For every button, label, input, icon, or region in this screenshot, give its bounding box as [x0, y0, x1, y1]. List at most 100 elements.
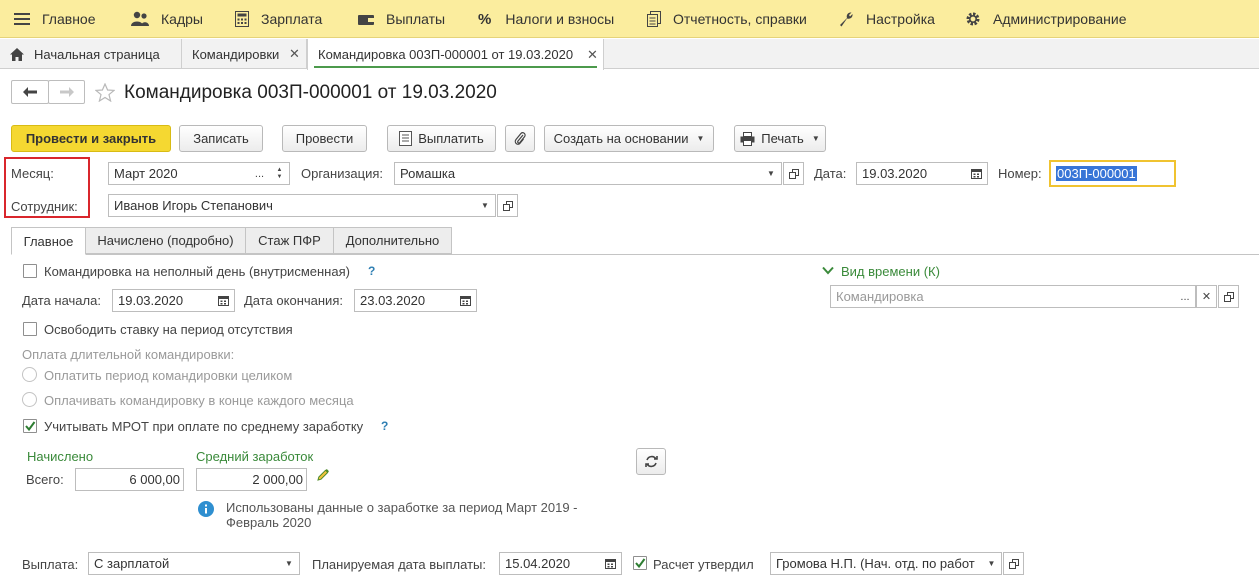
pay-button-label: Выплатить	[418, 131, 484, 146]
menu-item-admin[interactable]: Администрирование	[965, 0, 1127, 38]
print-button[interactable]: Печать ▼	[734, 125, 826, 152]
total-label: Всего:	[26, 472, 64, 487]
help-icon[interactable]: ?	[368, 264, 375, 278]
tab-main[interactable]: Главное	[11, 227, 86, 255]
menu-item-salary[interactable]: Зарплата	[235, 0, 322, 38]
forward-button[interactable]	[48, 80, 85, 104]
mrot-label: Учитывать МРОТ при оплате по среднему за…	[44, 419, 364, 434]
month-select-button[interactable]: ...	[249, 162, 271, 185]
tab-pfr-experience[interactable]: Стаж ПФР	[245, 227, 334, 254]
menu-item-hr[interactable]: Кадры	[131, 0, 203, 38]
checkmark-icon	[635, 558, 646, 569]
refresh-button[interactable]	[636, 448, 666, 475]
employee-field[interactable]: Иванов Игорь Степанович	[108, 194, 476, 217]
calculation-approved-checkbox[interactable]	[633, 556, 647, 570]
arrow-left-icon	[23, 87, 37, 97]
time-kind-open-button[interactable]	[1218, 285, 1239, 308]
close-icon[interactable]: ✕	[587, 47, 598, 63]
wallet-icon	[358, 15, 374, 25]
earnings-period-info-line1: Использованы данные о заработке за перио…	[226, 500, 578, 515]
favorite-star-icon[interactable]	[95, 83, 115, 102]
approver-dropdown-button[interactable]: ▼	[982, 552, 1002, 575]
end-date-label: Дата окончания:	[244, 293, 343, 308]
tab-label: Начальная страница	[34, 46, 160, 62]
organization-open-button[interactable]	[783, 162, 804, 185]
partial-day-checkbox[interactable]	[23, 264, 37, 278]
free-rate-checkbox[interactable]	[23, 322, 37, 336]
average-earnings-field[interactable]: 2 000,00	[196, 468, 307, 491]
pay-button[interactable]: Выплатить	[387, 125, 496, 152]
planned-date-calendar-button[interactable]	[600, 552, 622, 575]
date-calendar-button[interactable]	[965, 162, 988, 185]
planned-date-field[interactable]: 15.04.2020	[499, 552, 601, 575]
mrot-checkbox[interactable]	[23, 419, 37, 433]
chevron-down-icon[interactable]	[822, 266, 834, 275]
time-kind-field[interactable]: Командировка	[830, 285, 1176, 308]
payout-field[interactable]: С зарплатой	[88, 552, 280, 575]
post-and-close-button[interactable]: Провести и закрыть	[11, 125, 171, 152]
employee-open-button[interactable]	[497, 194, 518, 217]
end-date-calendar-button[interactable]	[455, 289, 477, 312]
menu-item-label: Отчетность, справки	[673, 11, 807, 27]
pay-monthly-radio[interactable]	[22, 392, 37, 407]
approver-open-button[interactable]	[1003, 552, 1024, 575]
menu-item-settings[interactable]: Настройка	[838, 0, 935, 38]
print-button-label: Печать	[761, 131, 804, 146]
employee-dropdown-button[interactable]: ▼	[475, 194, 496, 217]
page-title: Командировка 003П-000001 от 19.03.2020	[124, 82, 497, 103]
number-label: Номер:	[998, 166, 1042, 181]
home-icon	[10, 47, 24, 61]
pay-whole-period-radio[interactable]	[22, 367, 37, 382]
post-button[interactable]: Провести	[282, 125, 367, 152]
payout-dropdown-button[interactable]: ▼	[279, 552, 300, 575]
open-window-icon	[1008, 558, 1019, 569]
calendar-icon	[217, 296, 229, 306]
organization-field[interactable]: Ромашка	[394, 162, 762, 185]
earnings-period-info-line2: Февраль 2020	[226, 515, 312, 530]
organization-dropdown-button[interactable]: ▼	[761, 162, 782, 185]
arrow-right-icon	[59, 87, 74, 97]
pencil-icon[interactable]	[316, 468, 330, 482]
time-kind-select-button[interactable]: ...	[1175, 285, 1196, 308]
stepper-up-icon: ▲	[276, 166, 283, 173]
tab-additional[interactable]: Дополнительно	[333, 227, 452, 254]
save-button[interactable]: Записать	[179, 125, 263, 152]
payout-label: Выплата:	[22, 557, 79, 572]
create-based-on-button[interactable]: Создать на основании ▼	[544, 125, 714, 152]
date-field[interactable]: 19.03.2020	[856, 162, 966, 185]
help-icon[interactable]: ?	[381, 419, 388, 433]
close-icon: ✕	[1201, 291, 1212, 303]
menu-item-label: Главное	[42, 11, 96, 27]
menu-item-taxes[interactable]: % Налоги и взносы	[478, 0, 614, 38]
start-date-label: Дата начала:	[22, 293, 101, 308]
attach-button[interactable]	[505, 125, 535, 152]
menu-item-label: Настройка	[866, 11, 935, 27]
time-kind-label: Вид времени (К)	[841, 264, 940, 279]
approver-field[interactable]: Громова Н.П. (Нач. отд. по работ	[770, 552, 983, 575]
employee-label: Сотрудник:	[11, 199, 78, 214]
close-icon[interactable]: ✕	[289, 46, 300, 62]
reports-icon	[647, 11, 661, 27]
tab-trips-list[interactable]: Командировки ✕	[182, 39, 307, 69]
number-field[interactable]: 003П-000001	[1049, 160, 1176, 187]
time-kind-clear-button[interactable]: ✕	[1196, 285, 1217, 308]
refresh-icon	[644, 455, 658, 468]
start-date-calendar-button[interactable]	[212, 289, 235, 312]
average-earnings-label: Средний заработок	[196, 449, 314, 464]
month-stepper[interactable]: ▲ ▼	[270, 162, 290, 185]
tab-current-document[interactable]: Командировка 003П-000001 от 19.03.2020 ✕	[307, 39, 604, 70]
accrued-field[interactable]: 6 000,00	[75, 468, 184, 491]
percent-icon: %	[478, 10, 492, 28]
tab-accrued-detailed[interactable]: Начислено (подробно)	[85, 227, 246, 254]
menu-item-main[interactable]: Главное	[14, 0, 96, 38]
month-label: Месяц:	[11, 166, 54, 181]
menu-item-payments[interactable]: Выплаты	[358, 0, 445, 38]
start-date-field[interactable]: 19.03.2020	[112, 289, 213, 312]
month-field[interactable]: Март 2020	[108, 162, 250, 185]
back-button[interactable]	[11, 80, 49, 104]
menu-item-reports[interactable]: Отчетность, справки	[647, 0, 807, 38]
end-date-field[interactable]: 23.03.2020	[354, 289, 456, 312]
menu-item-label: Налоги и взносы	[505, 11, 615, 27]
free-rate-label: Освободить ставку на период отсутствия	[44, 322, 293, 337]
tab-home[interactable]: Начальная страница	[0, 39, 182, 69]
